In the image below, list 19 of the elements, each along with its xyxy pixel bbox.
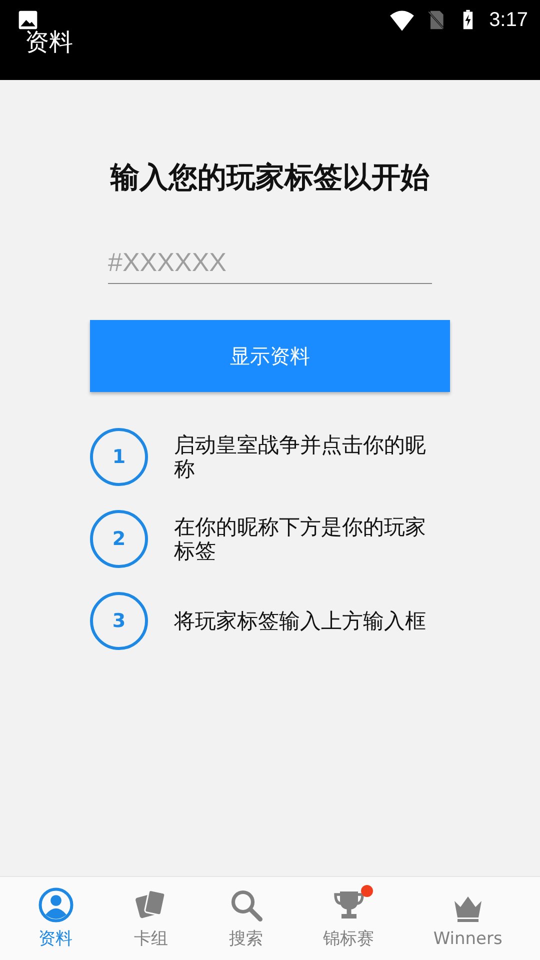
step-text: 在你的昵称下方是你的玩家标签: [174, 515, 427, 563]
step-text: 将玩家标签输入上方输入框: [174, 609, 427, 633]
status-time: 3:17: [489, 8, 528, 32]
step-number: 3: [90, 592, 148, 650]
person-icon: [38, 887, 74, 923]
nav-tab[interactable]: 锦标赛: [321, 883, 376, 954]
show-profile-button[interactable]: 显示资料: [90, 320, 450, 392]
heading: 输入您的玩家标签以开始: [109, 160, 430, 194]
step-number: 2: [90, 510, 148, 568]
image-icon: [17, 9, 39, 31]
nav-tab[interactable]: 卡组: [130, 883, 171, 954]
notification-dot: [360, 885, 373, 897]
nav-tab[interactable]: 资料: [36, 883, 76, 954]
step-number: 1: [90, 428, 148, 486]
nav-tab[interactable]: Winners: [431, 884, 504, 952]
nav-tab[interactable]: 搜索: [226, 883, 266, 954]
tag-input-field[interactable]: #XXXXXX: [108, 242, 432, 284]
step-text: 启动皇室战争并点击你的昵称: [174, 433, 427, 481]
app-title: 资料: [25, 27, 73, 58]
